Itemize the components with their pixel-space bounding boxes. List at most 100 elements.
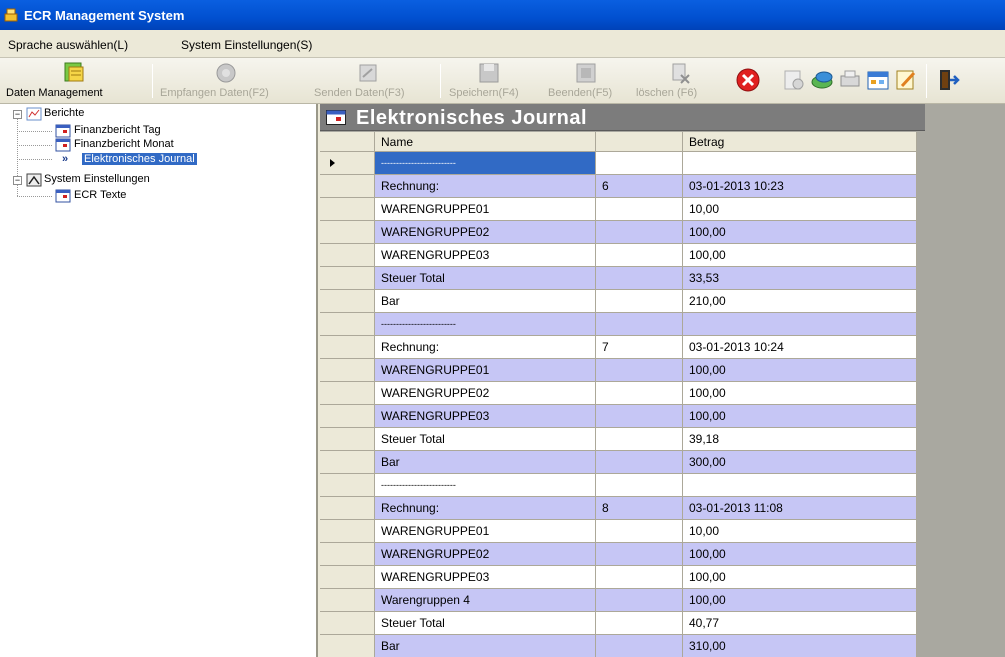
column-header-betrag[interactable]: Betrag [683,132,917,152]
exit-door-icon[interactable] [936,68,960,92]
cell-betrag[interactable]: 10,00 [683,520,917,543]
cell-name[interactable]: ------------------------- [375,474,596,497]
cell-number[interactable] [596,635,683,657]
tree-node-elektronisches-journal[interactable]: » Elektronisches Journal [0,153,318,167]
send-data-button[interactable]: Senden Daten(F3) [312,61,432,101]
tree-node-system-einstellungen[interactable]: − System Einstellungen [0,173,318,187]
cell-name[interactable]: Rechnung: [375,336,596,359]
row-header[interactable] [320,428,375,451]
cell-number[interactable] [596,566,683,589]
tree-node-ecr-texte[interactable]: ECR Texte [0,189,318,203]
cell-number[interactable] [596,313,683,336]
menu-language[interactable]: Sprache auswählen(L) [8,38,128,52]
cell-name[interactable]: WARENGRUPPE02 [375,221,596,244]
cell-name[interactable]: Warengruppen 4 [375,589,596,612]
cell-betrag[interactable]: 03-01-2013 11:08 [683,497,917,520]
cell-name[interactable]: WARENGRUPPE03 [375,405,596,428]
cell-betrag[interactable]: 40,77 [683,612,917,635]
cell-betrag[interactable]: 300,00 [683,451,917,474]
cell-betrag[interactable]: 33,53 [683,267,917,290]
cell-name[interactable]: WARENGRUPPE01 [375,198,596,221]
receive-data-button[interactable]: Empfangen Daten(F2) [158,61,294,101]
column-header-number[interactable] [596,132,683,152]
row-header[interactable] [320,244,375,267]
row-header[interactable] [320,313,375,336]
row-header[interactable] [320,497,375,520]
cell-name[interactable]: WARENGRUPPE03 [375,566,596,589]
cell-betrag[interactable]: 100,00 [683,405,917,428]
cell-betrag[interactable]: 210,00 [683,290,917,313]
collapse-icon[interactable]: − [13,110,22,119]
save-button[interactable]: Speichern(F4) [447,61,543,101]
cell-betrag[interactable]: 100,00 [683,382,917,405]
cell-name[interactable]: Steuer Total [375,428,596,451]
cell-number[interactable] [596,244,683,267]
cell-betrag[interactable]: 100,00 [683,359,917,382]
cell-name[interactable]: ------------------------- [375,313,596,336]
row-header[interactable] [320,152,375,175]
cell-name[interactable]: WARENGRUPPE01 [375,520,596,543]
cell-number[interactable] [596,405,683,428]
cell-betrag[interactable]: 100,00 [683,221,917,244]
cell-name[interactable]: Bar [375,451,596,474]
money-icon[interactable] [810,68,834,92]
print-icon[interactable] [838,68,862,92]
row-header[interactable] [320,474,375,497]
cell-number[interactable] [596,290,683,313]
row-header[interactable] [320,566,375,589]
cell-name[interactable]: WARENGRUPPE02 [375,543,596,566]
cell-number[interactable] [596,221,683,244]
tree-node-finanzbericht-monat[interactable]: Finanzbericht Monat [0,138,318,152]
cell-betrag[interactable] [683,313,917,336]
cell-betrag[interactable]: 39,18 [683,428,917,451]
cell-name[interactable]: Steuer Total [375,612,596,635]
cell-number[interactable]: 8 [596,497,683,520]
cell-name[interactable]: WARENGRUPPE03 [375,244,596,267]
cell-number[interactable] [596,520,683,543]
row-header[interactable] [320,589,375,612]
column-header-name[interactable]: Name [375,132,596,152]
cell-name[interactable]: WARENGRUPPE01 [375,359,596,382]
row-header[interactable] [320,451,375,474]
cell-name[interactable]: WARENGRUPPE02 [375,382,596,405]
cell-number[interactable] [596,428,683,451]
row-header[interactable] [320,267,375,290]
row-header[interactable] [320,405,375,428]
close-red-icon[interactable] [736,68,760,92]
cell-betrag[interactable]: 100,00 [683,244,917,267]
row-header[interactable] [320,543,375,566]
edit-icon[interactable] [894,68,918,92]
cell-name[interactable]: Steuer Total [375,267,596,290]
stop-button[interactable]: Beenden(F5) [546,61,632,101]
delete-button[interactable]: löschen (F6) [634,61,726,101]
tree-node-finanzbericht-tag[interactable]: Finanzbericht Tag [0,124,318,138]
tree-node-berichte[interactable]: − Berichte [0,107,318,121]
cell-betrag[interactable] [683,474,917,497]
cell-betrag[interactable]: 10,00 [683,198,917,221]
cell-betrag[interactable]: 310,00 [683,635,917,657]
row-header[interactable] [320,221,375,244]
cell-name[interactable]: Rechnung: [375,175,596,198]
cell-betrag[interactable] [683,152,917,175]
row-header[interactable] [320,520,375,543]
row-header[interactable] [320,382,375,405]
cell-name[interactable]: Bar [375,635,596,657]
row-header[interactable] [320,175,375,198]
cell-number[interactable] [596,198,683,221]
menu-system-settings[interactable]: System Einstellungen(S) [181,38,312,52]
cell-number[interactable] [596,267,683,290]
row-header[interactable] [320,290,375,313]
cell-betrag[interactable]: 03-01-2013 10:23 [683,175,917,198]
cell-name[interactable]: Rechnung: [375,497,596,520]
cell-betrag[interactable]: 100,00 [683,543,917,566]
cell-name[interactable]: Bar [375,290,596,313]
report-icon[interactable] [782,68,806,92]
cell-number[interactable] [596,451,683,474]
cell-betrag[interactable]: 100,00 [683,566,917,589]
cell-number[interactable]: 6 [596,175,683,198]
cell-betrag[interactable]: 03-01-2013 10:24 [683,336,917,359]
cell-name[interactable]: ------------------------- [375,152,596,175]
cell-number[interactable] [596,382,683,405]
cell-number[interactable] [596,359,683,382]
calendar-icon[interactable] [866,68,890,92]
